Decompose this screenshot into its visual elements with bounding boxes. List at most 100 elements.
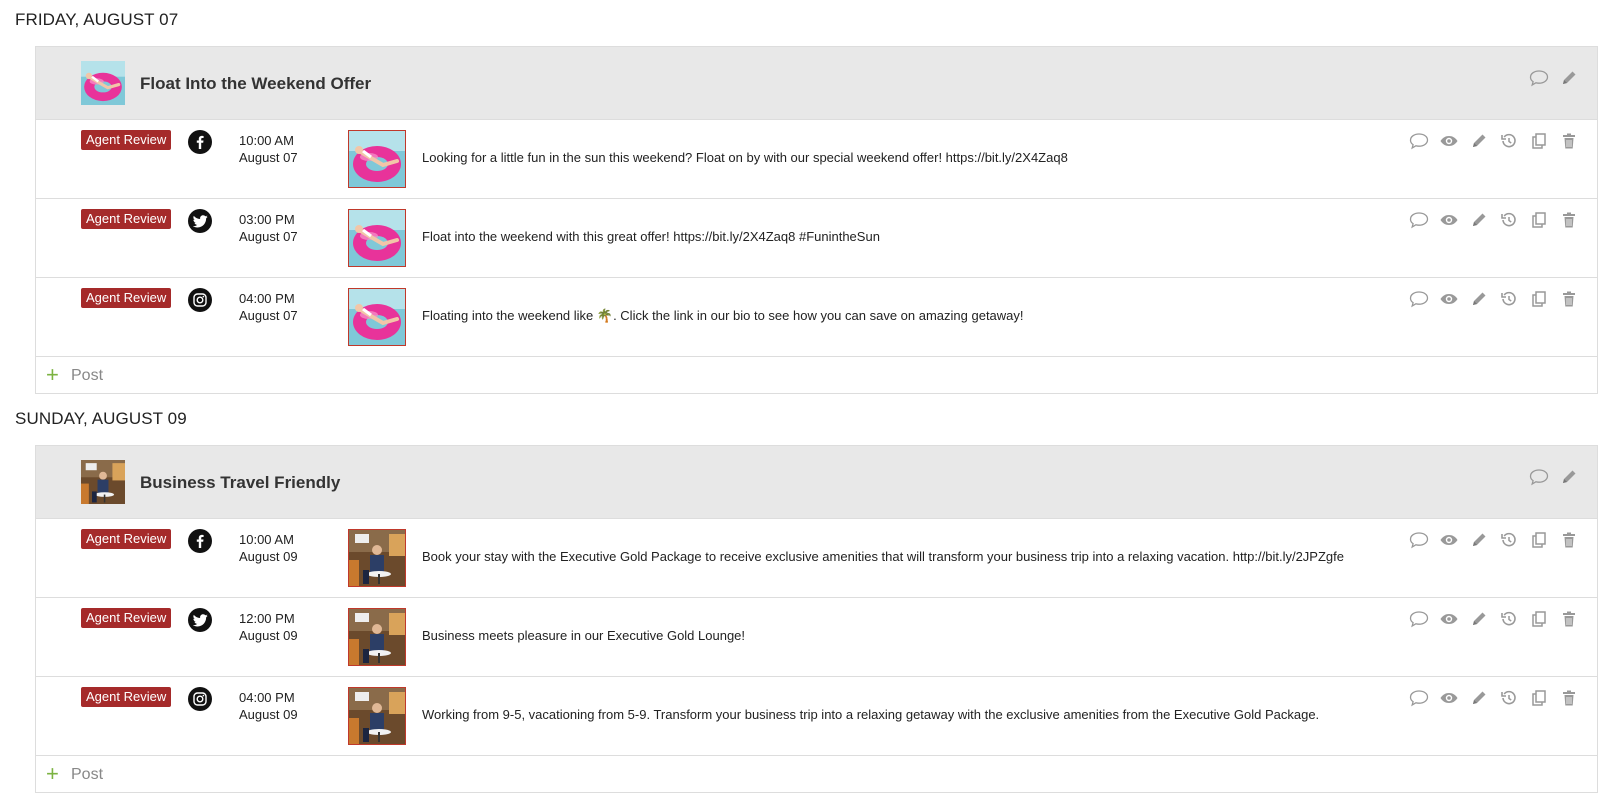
campaign-group: Float Into the Weekend Offer Agent Review… bbox=[35, 46, 1598, 394]
pencil-icon[interactable] bbox=[1559, 467, 1579, 487]
campaign-title[interactable]: Float Into the Weekend Offer bbox=[140, 74, 371, 94]
campaign-header[interactable]: Business Travel Friendly bbox=[36, 446, 1597, 519]
post-date: August 09 bbox=[239, 549, 298, 564]
duplicate-icon[interactable] bbox=[1529, 530, 1549, 550]
post-thumbnail[interactable] bbox=[348, 608, 406, 666]
comment-icon[interactable] bbox=[1529, 467, 1549, 487]
comment-icon[interactable] bbox=[1409, 688, 1429, 708]
post-thumbnail[interactable] bbox=[348, 288, 406, 346]
pencil-icon[interactable] bbox=[1469, 609, 1489, 629]
status-badge[interactable]: Agent Review bbox=[81, 130, 172, 150]
campaign-actions bbox=[1529, 68, 1579, 88]
post-time: 03:00 PM bbox=[239, 212, 295, 227]
post-row[interactable]: Agent Review 04:00 PM August 09 Working fro… bbox=[36, 677, 1597, 756]
comment-icon[interactable] bbox=[1409, 289, 1429, 309]
post-actions bbox=[1409, 609, 1579, 629]
campaign-actions bbox=[1529, 467, 1579, 487]
post-time: 10:00 AM bbox=[239, 133, 294, 148]
post-thumbnail[interactable] bbox=[348, 687, 406, 745]
trash-icon[interactable] bbox=[1559, 131, 1579, 151]
pencil-icon[interactable] bbox=[1469, 530, 1489, 550]
plus-icon: + bbox=[46, 761, 59, 786]
status-badge[interactable]: Agent Review bbox=[81, 687, 172, 707]
eye-icon[interactable] bbox=[1439, 530, 1459, 550]
post-text: Float into the weekend with this great o… bbox=[422, 229, 880, 244]
trash-icon[interactable] bbox=[1559, 609, 1579, 629]
history-icon[interactable] bbox=[1499, 609, 1519, 629]
pencil-icon[interactable] bbox=[1469, 688, 1489, 708]
post-text: Business meets pleasure in our Executive… bbox=[422, 628, 746, 643]
comment-icon[interactable] bbox=[1409, 210, 1429, 230]
day-header: SUNDAY, AUGUST 09 bbox=[15, 409, 187, 428]
post-row[interactable]: Agent Review 12:00 PM August 09 Business me… bbox=[36, 598, 1597, 677]
add-post-label: Post bbox=[71, 766, 104, 783]
duplicate-icon[interactable] bbox=[1529, 210, 1549, 230]
history-icon[interactable] bbox=[1499, 289, 1519, 309]
eye-icon[interactable] bbox=[1439, 210, 1459, 230]
history-icon[interactable] bbox=[1499, 210, 1519, 230]
comment-icon[interactable] bbox=[1409, 609, 1429, 629]
trash-icon[interactable] bbox=[1559, 530, 1579, 550]
eye-icon[interactable] bbox=[1439, 289, 1459, 309]
post-thumbnail[interactable] bbox=[348, 209, 406, 267]
eye-icon[interactable] bbox=[1439, 688, 1459, 708]
post-schedule: 03:00 PM August 07 bbox=[239, 211, 298, 245]
history-icon[interactable] bbox=[1499, 131, 1519, 151]
post-row[interactable]: Agent Review 04:00 PM August 07 Floating in… bbox=[36, 278, 1597, 357]
post-schedule: 04:00 PM August 07 bbox=[239, 290, 298, 324]
trash-icon[interactable] bbox=[1559, 210, 1579, 230]
status-badge[interactable]: Agent Review bbox=[81, 288, 172, 308]
duplicate-icon[interactable] bbox=[1529, 131, 1549, 151]
post-row[interactable]: Agent Review 10:00 AM August 09 Book your s… bbox=[36, 519, 1597, 598]
campaign-header[interactable]: Float Into the Weekend Offer bbox=[36, 47, 1597, 120]
history-icon[interactable] bbox=[1499, 530, 1519, 550]
post-text: Book your stay with the Executive Gold P… bbox=[422, 549, 1344, 564]
pencil-icon[interactable] bbox=[1469, 289, 1489, 309]
post-actions bbox=[1409, 688, 1579, 708]
eye-icon[interactable] bbox=[1439, 131, 1459, 151]
duplicate-icon[interactable] bbox=[1529, 289, 1549, 309]
pencil-icon[interactable] bbox=[1469, 210, 1489, 230]
post-schedule: 10:00 AM August 09 bbox=[239, 531, 298, 565]
post-thumbnail[interactable] bbox=[348, 130, 406, 188]
post-date: August 09 bbox=[239, 707, 298, 722]
comment-icon[interactable] bbox=[1409, 131, 1429, 151]
trash-icon[interactable] bbox=[1559, 688, 1579, 708]
post-date: August 09 bbox=[239, 628, 298, 643]
post-time: 12:00 PM bbox=[239, 611, 295, 626]
status-badge[interactable]: Agent Review bbox=[81, 529, 172, 549]
duplicate-icon[interactable] bbox=[1529, 609, 1549, 629]
pencil-icon[interactable] bbox=[1559, 68, 1579, 88]
post-time: 04:00 PM bbox=[239, 291, 295, 306]
post-text: Looking for a little fun in the sun this… bbox=[422, 150, 1068, 165]
campaign-thumbnail bbox=[81, 61, 125, 105]
add-post-button[interactable]: + Post bbox=[36, 357, 1597, 393]
facebook-icon bbox=[188, 130, 212, 154]
twitter-icon bbox=[188, 209, 212, 233]
post-text: Floating into the weekend like 🌴. Click … bbox=[422, 308, 1024, 323]
post-actions bbox=[1409, 131, 1579, 151]
history-icon[interactable] bbox=[1499, 688, 1519, 708]
comment-icon[interactable] bbox=[1529, 68, 1549, 88]
post-row[interactable]: Agent Review 03:00 PM August 07 Float into … bbox=[36, 199, 1597, 278]
post-thumbnail[interactable] bbox=[348, 529, 406, 587]
post-row[interactable]: Agent Review 10:00 AM August 07 Looking for… bbox=[36, 120, 1597, 199]
post-actions bbox=[1409, 289, 1579, 309]
duplicate-icon[interactable] bbox=[1529, 688, 1549, 708]
post-schedule: 04:00 PM August 09 bbox=[239, 689, 298, 723]
comment-icon[interactable] bbox=[1409, 530, 1429, 550]
eye-icon[interactable] bbox=[1439, 609, 1459, 629]
instagram-icon bbox=[188, 687, 212, 711]
trash-icon[interactable] bbox=[1559, 289, 1579, 309]
status-badge[interactable]: Agent Review bbox=[81, 209, 172, 229]
status-badge[interactable]: Agent Review bbox=[81, 608, 172, 628]
twitter-icon bbox=[188, 608, 212, 632]
plus-icon: + bbox=[46, 362, 59, 387]
post-actions bbox=[1409, 210, 1579, 230]
pencil-icon[interactable] bbox=[1469, 131, 1489, 151]
post-date: August 07 bbox=[239, 308, 298, 323]
add-post-label: Post bbox=[71, 367, 104, 384]
campaign-title[interactable]: Business Travel Friendly bbox=[140, 473, 340, 493]
post-date: August 07 bbox=[239, 150, 298, 165]
add-post-button[interactable]: + Post bbox=[36, 756, 1597, 792]
